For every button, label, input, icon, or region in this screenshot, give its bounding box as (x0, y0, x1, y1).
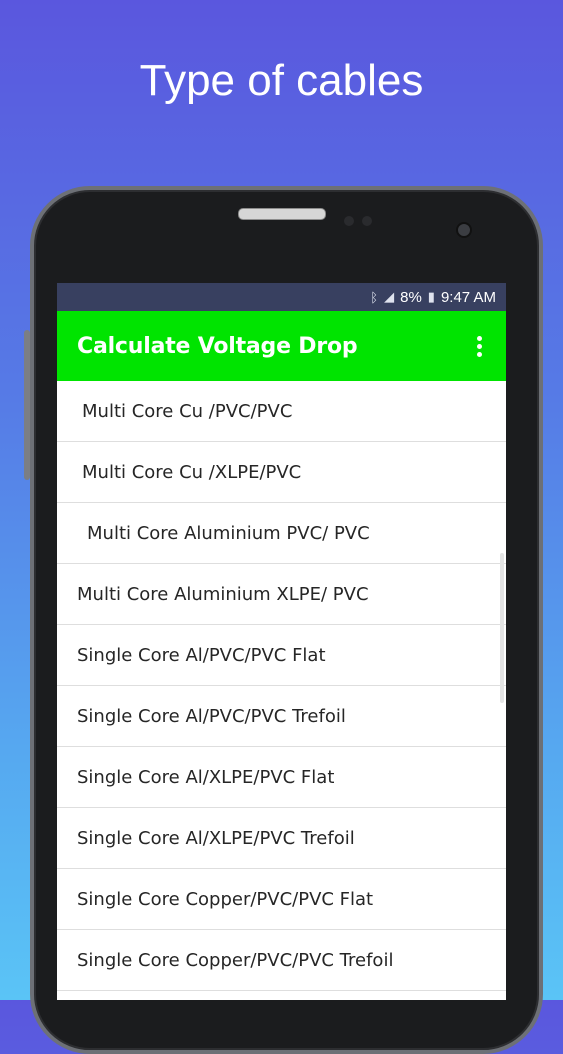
status-time: 9:47 AM (440, 288, 496, 306)
proximity-sensor (344, 216, 354, 226)
list-item[interactable]: Multi Core Cu /PVC/PVC (57, 381, 506, 442)
phone-screen: ᛒ ◢ 8% ▮ 9:47 AM Calculate Voltage Drop … (57, 283, 506, 1000)
list-item-label: Multi Core Aluminium PVC/ PVC (87, 522, 370, 544)
cable-type-list: Multi Core Cu /PVC/PVC Multi Core Cu /XL… (57, 381, 506, 991)
front-camera-icon (456, 222, 472, 238)
list-item[interactable]: Multi Core Aluminium PVC/ PVC (57, 503, 506, 564)
list-item[interactable]: Single Core Copper/PVC/PVC Trefoil (57, 930, 506, 991)
battery-icon: ▮ (427, 289, 435, 304)
app-title: Calculate Voltage Drop (77, 333, 358, 359)
signal-icon: ◢ (384, 289, 395, 304)
list-item[interactable]: Single Core Al/XLPE/PVC Flat (57, 747, 506, 808)
list-item-label: Single Core Al/PVC/PVC Flat (77, 644, 326, 666)
list-item-label: Multi Core Cu /XLPE/PVC (82, 461, 302, 483)
list-item[interactable]: Single Core Copper/PVC/PVC Flat (57, 869, 506, 930)
phone-speaker (238, 208, 326, 220)
list-item-label: Multi Core Cu /PVC/PVC (82, 400, 293, 422)
promo-headline: Type of cables (139, 56, 424, 105)
overflow-menu-icon[interactable] (473, 330, 486, 363)
list-item[interactable]: Single Core Al/PVC/PVC Trefoil (57, 686, 506, 747)
light-sensor (362, 216, 372, 226)
list-item-label: Single Core Copper/PVC/PVC Flat (77, 888, 374, 910)
list-item[interactable]: Single Core Al/PVC/PVC Flat (57, 625, 506, 686)
list-item-label: Multi Core Aluminium XLPE/ PVC (77, 583, 369, 605)
list-item[interactable]: Multi Core Cu /XLPE/PVC (57, 442, 506, 503)
scrollbar-thumb[interactable] (500, 553, 504, 703)
list-item-label: Single Core Al/XLPE/PVC Trefoil (77, 827, 355, 849)
app-bar: Calculate Voltage Drop (57, 311, 506, 381)
list-item-label: Single Core Al/XLPE/PVC Flat (77, 766, 335, 788)
list-item[interactable]: Multi Core Aluminium XLPE/ PVC (57, 564, 506, 625)
list-item[interactable]: Single Core Al/XLPE/PVC Trefoil (57, 808, 506, 869)
status-bar: ᛒ ◢ 8% ▮ 9:47 AM (57, 283, 506, 311)
list-item-label: Single Core Al/PVC/PVC Trefoil (77, 705, 346, 727)
battery-percent: 8% (400, 288, 422, 306)
bluetooth-icon: ᛒ (370, 289, 379, 305)
list-item-label: Single Core Copper/PVC/PVC Trefoil (77, 949, 394, 971)
